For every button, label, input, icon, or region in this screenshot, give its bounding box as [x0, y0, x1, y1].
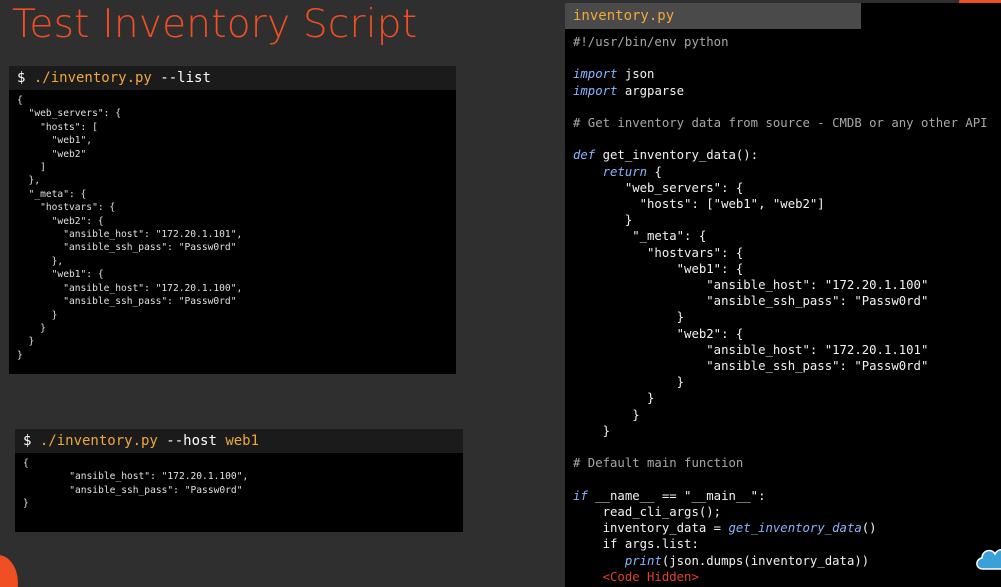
- terminal-output-line: "ansible_host": "172.20.1.101",: [17, 229, 243, 241]
- terminal-output-line: {: [23, 458, 29, 469]
- terminal-output-line: }: [17, 322, 46, 334]
- code-text: get_inventory_data():: [595, 148, 759, 163]
- slide: Test Inventory Script $ ./inventory.py -…: [0, 0, 1001, 587]
- code-line: "web1": {: [573, 261, 744, 276]
- code-line: if args.list:: [573, 537, 699, 552]
- terminal-args: --list: [151, 70, 211, 86]
- code-text: json: [617, 67, 655, 82]
- terminal-output-line: "hostvars": {: [17, 202, 116, 214]
- terminal-host-output: $ ./inventory.py --host web1 { "ansible_…: [15, 429, 463, 532]
- terminal-output-line: ]: [17, 162, 46, 174]
- terminal-output-line: }: [23, 498, 29, 510]
- code-line: "web_servers": {: [573, 180, 744, 195]
- code-line: }: [573, 391, 655, 406]
- code-call: print: [624, 553, 662, 568]
- code-editor: inventory.py #!/usr/bin/env python impor…: [565, 3, 1001, 587]
- code-text: (json.dumps(inventory_data)): [661, 553, 870, 568]
- code-line: }: [573, 310, 685, 325]
- code-text: argparse: [617, 83, 685, 98]
- terminal-host-body: { "ansible_host": "172.20.1.100", "ansib…: [15, 453, 463, 515]
- terminal-prompt: $: [23, 433, 40, 449]
- terminal-output-line: {: [17, 95, 23, 106]
- slide-title: Test Inventory Script: [12, 2, 418, 47]
- terminal-output-line: "_meta": {: [17, 188, 87, 200]
- terminal-list-command: $ ./inventory.py --list: [9, 66, 456, 90]
- code-keyword: import: [573, 83, 618, 98]
- code-line: <Code Hidden>: [573, 569, 699, 584]
- terminal-prompt: $: [17, 70, 34, 86]
- cloud-icon: [976, 549, 1001, 570]
- code-line: # Default main function: [573, 456, 744, 471]
- code-call: get_inventory_data: [728, 521, 862, 536]
- decorative-blob-bottom-left: [0, 555, 18, 587]
- code-keyword: return: [573, 164, 648, 179]
- code-line: "web2": {: [573, 326, 744, 341]
- terminal-output-line: "web_servers": {: [17, 108, 121, 120]
- code-line: def get_inventory_data():: [573, 147, 988, 163]
- terminal-host-arg: web1: [225, 433, 260, 449]
- terminal-output-line: "ansible_ssh_pass": "Passw0rd": [23, 484, 243, 496]
- code-line: # Get inventory data from source - CMDB …: [573, 116, 988, 131]
- terminal-command: ./inventory.py: [33, 70, 152, 86]
- code-line: }: [573, 375, 685, 390]
- terminal-output-line: "ansible_host": "172.20.1.100",: [23, 471, 249, 483]
- code-line: #!/usr/bin/env python: [573, 35, 729, 49]
- terminal-output-line: "ansible_ssh_pass": "Passw0rd": [17, 296, 237, 308]
- code-line: "hostvars": {: [573, 245, 744, 260]
- code-line: print(json.dumps(inventory_data)): [573, 553, 988, 569]
- code-line: "ansible_host": "172.20.1.100": [573, 278, 929, 293]
- code-keyword: if: [573, 488, 588, 503]
- code-line: read_cli_args();: [573, 504, 722, 519]
- terminal-output-line: "ansible_host": "172.20.1.100",: [17, 282, 243, 294]
- terminal-output-line: "ansible_ssh_pass": "Passw0rd": [17, 242, 237, 254]
- code-line: "ansible_ssh_pass": "Passw0rd": [573, 359, 929, 374]
- code-text: __name__ == "__main__":: [587, 488, 766, 503]
- code-text: {: [647, 164, 662, 179]
- terminal-output-line: "web1",: [17, 135, 93, 147]
- terminal-output-line: }: [17, 349, 23, 361]
- code-keyword: def: [573, 148, 596, 163]
- editor-code: #!/usr/bin/env python import json import …: [573, 34, 988, 585]
- code-line: }: [573, 407, 640, 422]
- code-keyword: import: [573, 67, 618, 82]
- code-line: "ansible_ssh_pass": "Passw0rd": [573, 294, 929, 309]
- terminal-host-command: $ ./inventory.py --host web1: [15, 429, 463, 453]
- code-line: import json: [573, 66, 988, 82]
- code-text: (): [861, 521, 877, 536]
- code-line: inventory_data = get_inventory_data(): [573, 520, 988, 536]
- code-line: if __name__ == "__main__":: [573, 488, 988, 504]
- terminal-output-line: }: [17, 336, 35, 348]
- code-line: import argparse: [573, 83, 988, 99]
- terminal-output-line: "web2": {: [17, 215, 104, 227]
- code-line: "_meta": {: [573, 229, 707, 244]
- terminal-output-line: "hosts": [: [17, 121, 98, 133]
- terminal-list-output: $ ./inventory.py --list { "web_servers":…: [9, 66, 456, 374]
- terminal-output-line: }: [17, 309, 58, 321]
- code-line: "hosts": ["web1", "web2"]: [573, 197, 825, 212]
- terminal-output-line: },: [17, 175, 41, 187]
- code-text: inventory_data =: [573, 521, 729, 536]
- terminal-output-line: "web2": [17, 148, 87, 160]
- editor-tab-inventory-py[interactable]: inventory.py: [565, 3, 861, 29]
- terminal-list-body: { "web_servers": { "hosts": [ "web1", "w…: [9, 90, 456, 366]
- code-line: "ansible_host": "172.20.1.101": [573, 342, 929, 357]
- code-line: }: [573, 213, 633, 228]
- code-line: return {: [573, 164, 988, 180]
- terminal-output-line: "web1": {: [17, 269, 104, 281]
- terminal-command: ./inventory.py: [39, 433, 158, 449]
- code-line: }: [573, 423, 611, 438]
- terminal-args: --host: [157, 433, 226, 449]
- terminal-output-line: },: [17, 255, 64, 267]
